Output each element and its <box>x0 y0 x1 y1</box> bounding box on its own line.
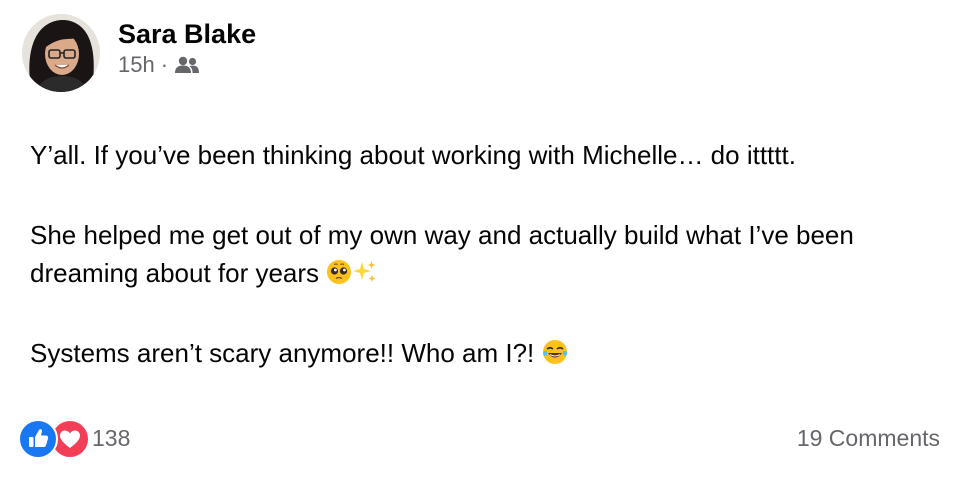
post-paragraph: She helped me get out of my own way and … <box>30 216 934 292</box>
post-timestamp[interactable]: 15h <box>118 52 155 78</box>
author-name[interactable]: Sara Blake <box>118 18 256 50</box>
like-icon <box>18 419 58 459</box>
post-body: Y’all. If you’ve been thinking about wor… <box>30 136 934 372</box>
reaction-count: 138 <box>92 424 131 451</box>
post-subtitle: 15h · <box>118 52 256 78</box>
post-meta: Sara Blake 15h · <box>118 18 256 78</box>
avatar[interactable] <box>22 14 100 92</box>
post-paragraph: Y’all. If you’ve been thinking about wor… <box>30 136 934 174</box>
paragraph-text: Systems aren’t scary anymore!! Who am I?… <box>30 338 535 368</box>
friends-icon[interactable] <box>174 55 200 75</box>
sparkles-emoji <box>352 257 378 283</box>
comments-link[interactable]: 19 Comments <box>797 425 940 452</box>
post-header: Sara Blake 15h · <box>22 14 256 92</box>
reactions-summary[interactable]: 138 <box>18 419 131 459</box>
tears-of-joy-emoji <box>542 337 568 364</box>
post-paragraph: Systems aren’t scary anymore!! Who am I?… <box>30 334 934 372</box>
pleading-face-emoji <box>326 257 352 284</box>
paragraph-text: She helped me get out of my own way and … <box>30 220 854 288</box>
reaction-icons <box>18 419 90 459</box>
post-card: Sara Blake 15h · Y’all. If you’ve been t… <box>0 0 964 500</box>
post-footer: 138 19 Comments <box>18 418 940 459</box>
separator-dot: · <box>160 52 169 77</box>
paragraph-text: Y’all. If you’ve been thinking about wor… <box>30 140 796 170</box>
